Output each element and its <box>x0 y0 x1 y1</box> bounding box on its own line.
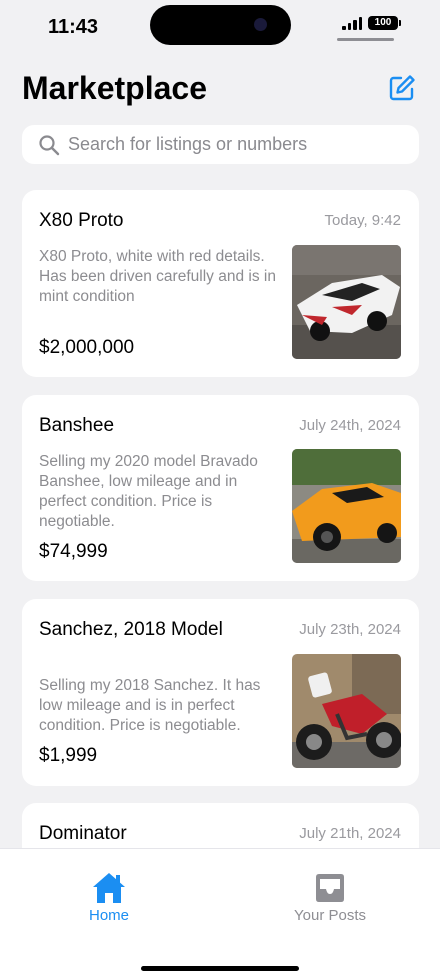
listing-date: Today, 9:42 <box>324 212 401 229</box>
listing-card[interactable]: Sanchez, 2018 Model July 23th, 2024 Sell… <box>22 599 419 786</box>
listing-image[interactable] <box>292 245 401 359</box>
status-bar: 11:43 100 <box>0 0 440 56</box>
tab-home[interactable]: Home <box>49 871 169 924</box>
status-time: 11:43 <box>48 16 99 38</box>
compose-icon <box>389 75 415 101</box>
home-icon <box>93 873 125 903</box>
listing-price: $74,999 <box>39 541 108 562</box>
listing-title: Dominator <box>39 823 127 844</box>
search-icon <box>39 134 60 155</box>
listing-date: July 24th, 2024 <box>299 417 401 434</box>
listing-image[interactable] <box>292 449 401 563</box>
signal-icon <box>342 16 362 30</box>
listing-title: Banshee <box>39 415 115 436</box>
compose-button[interactable] <box>388 74 416 102</box>
search-input[interactable] <box>68 134 398 155</box>
tab-your-posts[interactable]: Your Posts <box>270 871 390 924</box>
listing-card[interactable]: Banshee July 24th, 2024 Selling my 2020 … <box>22 395 419 581</box>
tab-bar: Home Your Posts <box>0 848 440 978</box>
listing-date: July 21th, 2024 <box>299 825 401 842</box>
listing-description: X80 Proto, white with red details. Has b… <box>39 248 276 305</box>
listing-price: $1,999 <box>39 745 98 766</box>
battery-icon: 100 <box>368 16 401 30</box>
page-title: Marketplace <box>22 70 207 106</box>
status-icons: 100 <box>342 16 401 30</box>
listing-image[interactable] <box>292 654 401 768</box>
listing-date: July 23th, 2024 <box>299 621 401 638</box>
listing-title: Sanchez, 2018 Model <box>39 619 223 640</box>
listing-card[interactable]: X80 Proto Today, 9:42 X80 Proto, white w… <box>22 190 419 377</box>
listing-price: $2,000,000 <box>39 337 135 358</box>
tab-label: Your Posts <box>294 907 366 924</box>
listing-description: Selling my 2018 Sanchez. It has low mile… <box>39 677 261 734</box>
status-indicator-line <box>337 38 394 41</box>
tab-label: Home <box>88 907 129 924</box>
listing-description: Selling my 2020 model Bravado Banshee, l… <box>39 453 258 530</box>
home-indicator <box>141 966 299 971</box>
dynamic-island <box>150 5 291 45</box>
listing-title: X80 Proto <box>39 210 124 231</box>
search-bar[interactable] <box>22 125 419 164</box>
camera-icon <box>254 18 267 31</box>
tray-icon <box>316 874 344 902</box>
